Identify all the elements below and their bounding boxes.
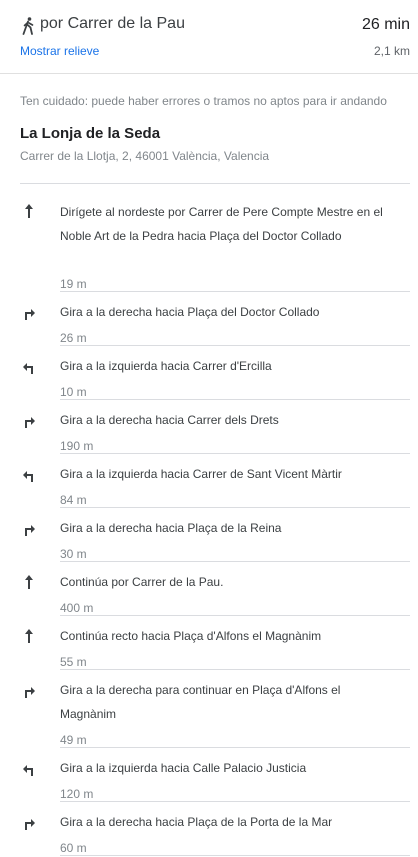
step-instruction: Gira a la derecha hacia Carrer dels Dret… — [60, 413, 279, 427]
turn-right-icon — [25, 819, 35, 830]
arrow-up-icon — [25, 204, 33, 218]
step-distance: 84 m — [60, 493, 87, 507]
origin-address: Carrer de la Llotja, 2, 46001 València, … — [20, 149, 270, 163]
divider — [60, 291, 410, 292]
arrow-up-icon — [25, 575, 33, 589]
arrow-up-icon — [25, 629, 33, 643]
divider — [20, 183, 410, 184]
route-distance: 2,1 km — [373, 44, 410, 58]
step-instruction: Gira a la derecha hacia Plaça de la Rein… — [60, 521, 282, 535]
step-instruction: Gira a la izquierda hacia Carrer de Sant… — [60, 467, 342, 481]
step-distance: 49 m — [60, 733, 87, 747]
divider — [60, 801, 410, 802]
step-instruction: Gira a la derecha hacia Plaça de la Port… — [60, 815, 333, 829]
step-instruction: Gira a la derecha hacia Plaça del Doctor… — [60, 305, 320, 319]
turn-right-icon — [25, 687, 35, 698]
step-distance: 19 m — [60, 277, 87, 291]
divider — [60, 747, 410, 748]
step-instruction: Continúa recto hacia Plaça d'Alfons el M… — [60, 629, 322, 643]
step-distance: 55 m — [60, 655, 87, 669]
step-instruction: Dirígete al nordeste por Carrer de Pere … — [60, 205, 383, 243]
show-relief-link[interactable]: Mostrar relieve — [20, 44, 99, 58]
divider — [60, 669, 410, 670]
divider — [60, 453, 410, 454]
step-distance: 190 m — [60, 439, 94, 453]
step-distance: 26 m — [60, 331, 87, 345]
step-distance: 60 m — [60, 841, 87, 855]
turn-right-icon — [25, 525, 35, 536]
step-instruction: Continúa por Carrer de la Pau. — [60, 575, 224, 589]
step-instruction: Gira a la izquierda hacia Calle Palacio … — [60, 761, 307, 775]
divider — [60, 615, 410, 616]
divider — [60, 345, 410, 346]
turn-right-icon — [25, 417, 35, 428]
divider — [60, 855, 410, 856]
turn-left-icon — [23, 765, 33, 776]
divider — [60, 561, 410, 562]
turn-left-icon — [23, 363, 33, 374]
divider — [60, 507, 410, 508]
route-duration: 26 min — [361, 16, 410, 33]
step-distance: 400 m — [60, 601, 94, 615]
turn-left-icon — [23, 471, 33, 482]
route-title: por Carrer de la Pau — [40, 15, 185, 32]
divider — [60, 399, 410, 400]
walking-warning: Ten cuidado: puede haber errores o tramo… — [20, 94, 387, 108]
walking-icon — [22, 17, 34, 35]
turn-right-icon — [25, 309, 35, 320]
origin-name: La Lonja de la Seda — [20, 125, 161, 142]
step-distance: 120 m — [60, 787, 94, 801]
step-distance: 30 m — [60, 547, 87, 561]
step-distance: 10 m — [60, 385, 87, 399]
route-header: por Carrer de la Pau 26 min Mostrar reli… — [0, 0, 418, 74]
step-instruction: Gira a la izquierda hacia Carrer d'Ercil… — [60, 359, 272, 373]
step-instruction: Gira a la derecha para continuar en Plaç… — [60, 683, 341, 721]
